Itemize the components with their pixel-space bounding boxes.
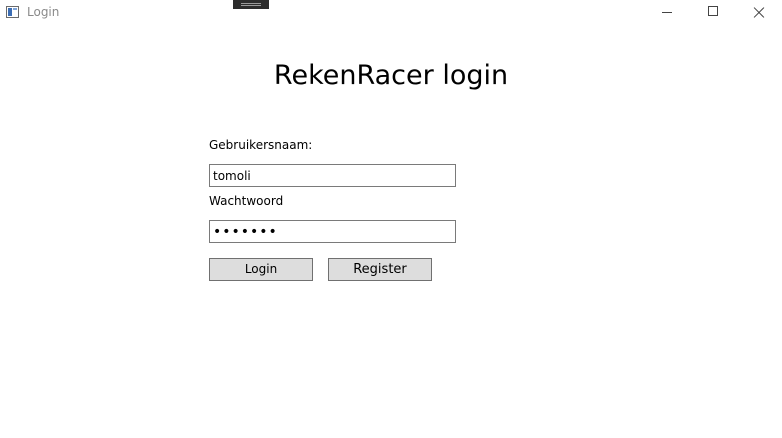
password-label: Wachtwoord [209, 194, 284, 208]
drag-handle[interactable] [233, 0, 269, 9]
username-label: Gebruikersnaam: [209, 138, 313, 152]
maximize-icon[interactable] [690, 0, 736, 26]
app-window-icon [6, 6, 19, 18]
window-title: Login [27, 5, 60, 19]
page-title: RekenRacer login [273, 60, 509, 91]
register-button[interactable]: Register [328, 258, 432, 281]
password-input[interactable] [209, 220, 456, 243]
minimize-icon[interactable] [644, 0, 690, 26]
login-button[interactable]: Login [209, 258, 313, 281]
close-icon[interactable] [736, 0, 782, 26]
title-bar: Login [0, 0, 782, 26]
username-input[interactable] [209, 164, 456, 187]
